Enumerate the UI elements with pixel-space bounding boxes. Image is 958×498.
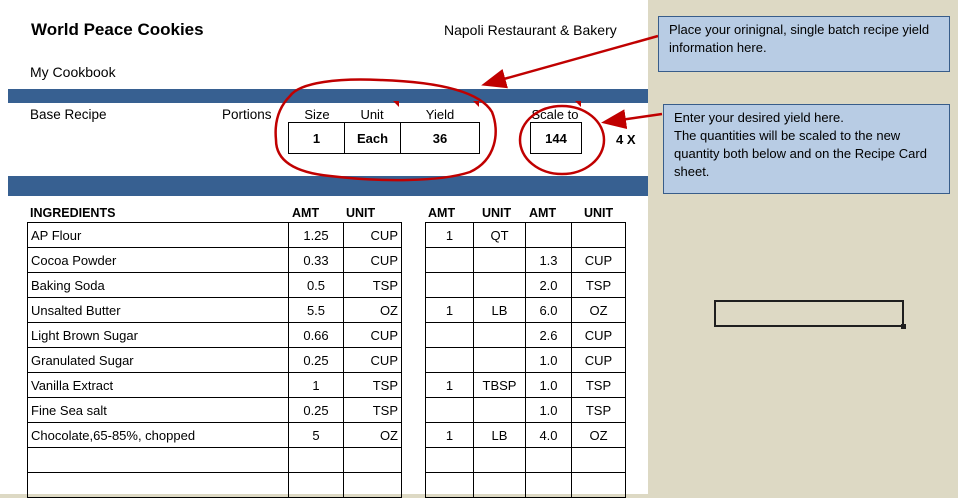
scale-callout-text-1: Enter your desired yield here. xyxy=(674,110,844,125)
selected-cell-cursor[interactable] xyxy=(714,300,906,329)
yield-highlight-ellipse xyxy=(274,78,497,182)
annotation-overlay xyxy=(274,34,663,182)
scale-callout-text-2: The quantities will be scaled to the new… xyxy=(674,128,927,179)
yield-arrow xyxy=(481,34,659,89)
scale-highlight-ellipse xyxy=(518,104,606,176)
yield-callout: Place your orinignal, single batch recip… xyxy=(658,16,950,72)
scale-callout: Enter your desired yield here. The quant… xyxy=(663,104,950,194)
scale-arrow xyxy=(601,109,663,130)
yield-callout-text: Place your orinignal, single batch recip… xyxy=(669,22,930,55)
